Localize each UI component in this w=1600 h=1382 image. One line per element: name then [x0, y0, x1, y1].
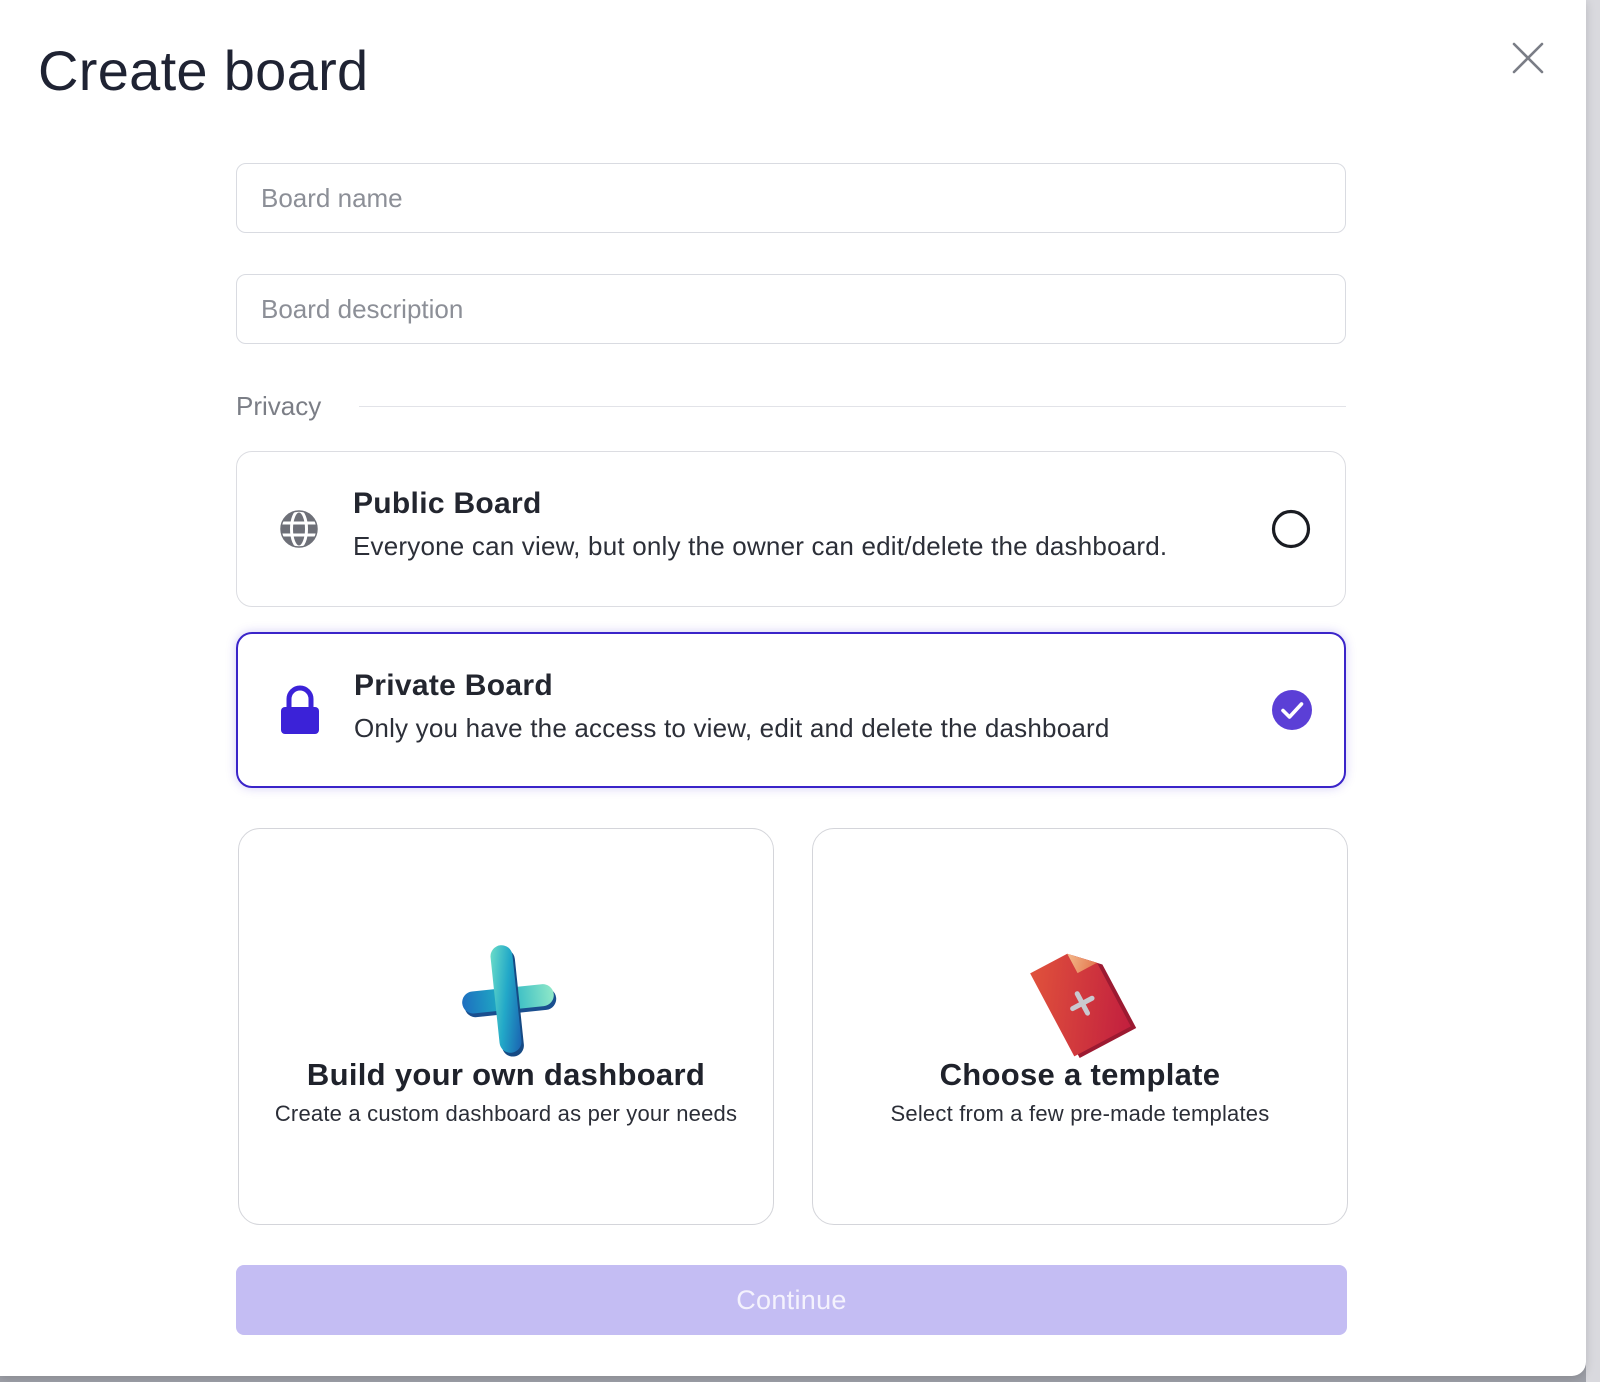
- build-own-dashboard-card[interactable]: Build your own dashboard Create a custom…: [238, 828, 774, 1225]
- create-board-dialog: Create board Privacy Public Board Everyo…: [0, 0, 1586, 1376]
- private-board-radio-checked[interactable]: [1272, 690, 1312, 730]
- continue-button[interactable]: Continue: [236, 1265, 1347, 1335]
- build-own-dashboard-title: Build your own dashboard: [306, 1057, 706, 1092]
- public-board-title: Public Board: [353, 487, 542, 520]
- board-name-input[interactable]: [236, 163, 1346, 233]
- privacy-section-header: Privacy: [236, 386, 1346, 426]
- page-backdrop: [1586, 0, 1600, 1382]
- public-board-radio[interactable]: [1271, 509, 1311, 549]
- choose-template-card[interactable]: Choose a template Select from a few pre-…: [812, 828, 1348, 1225]
- plus-3d-icon: [462, 945, 557, 1057]
- public-board-description: Everyone can view, but only the owner ca…: [353, 531, 1168, 561]
- choose-template-title: Choose a template: [939, 1057, 1221, 1092]
- divider: [359, 405, 1346, 407]
- private-board-description: Only you have the access to view, edit a…: [354, 713, 1110, 743]
- private-board-option[interactable]: Private Board Only you have the access t…: [236, 632, 1346, 788]
- build-own-dashboard-description: Create a custom dashboard as per your ne…: [274, 1101, 738, 1126]
- choose-template-description: Select from a few pre-made templates: [890, 1101, 1270, 1126]
- dialog-title: Create board: [38, 39, 369, 102]
- private-board-title: Private Board: [354, 669, 553, 702]
- globe-icon: [277, 503, 321, 555]
- privacy-label: Privacy: [236, 390, 322, 421]
- board-description-input[interactable]: [236, 274, 1346, 344]
- close-button[interactable]: [1508, 38, 1548, 78]
- public-board-option[interactable]: Public Board Everyone can view, but only…: [236, 451, 1346, 607]
- lock-icon: [278, 684, 322, 736]
- close-icon: [1512, 42, 1544, 74]
- template-document-icon: [1030, 953, 1137, 1059]
